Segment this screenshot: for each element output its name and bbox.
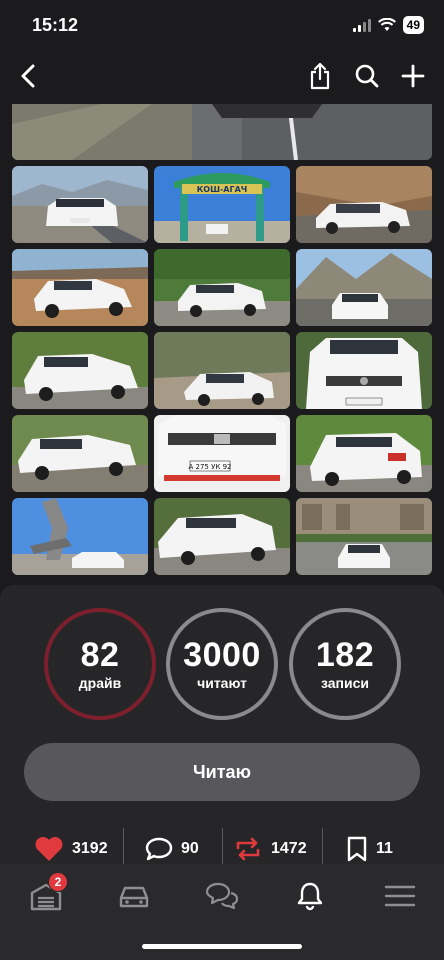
gallery-photo[interactable] — [296, 498, 432, 575]
status-time: 15:12 — [32, 15, 79, 35]
drive-stat[interactable]: 82 драйв — [44, 608, 156, 720]
gallery-photo[interactable] — [296, 166, 432, 243]
comments-count: 90 — [181, 840, 199, 857]
posts-count: 182 — [315, 636, 375, 674]
car-icon — [119, 886, 149, 908]
profile-stats-panel: 82 драйв 3000 читают 182 записи Читаю 31… — [0, 585, 444, 875]
battery-indicator: 49 — [402, 16, 424, 34]
divider — [222, 828, 223, 864]
divider — [123, 828, 124, 864]
gallery-photo[interactable] — [12, 249, 148, 326]
readers-label: читают — [197, 675, 247, 691]
cellular-signal-icon — [352, 18, 371, 32]
photo-gallery: КОШ-АГАЧ А 275 УК 92 — [0, 104, 444, 584]
like-button[interactable]: 3192 — [34, 836, 108, 862]
gallery-photo[interactable] — [296, 249, 432, 326]
chat-bubbles-icon — [205, 882, 239, 910]
plus-icon — [401, 64, 425, 88]
gallery-photo[interactable] — [154, 498, 290, 575]
divider — [322, 828, 323, 864]
back-button[interactable] — [10, 58, 46, 94]
share-icon — [310, 62, 330, 90]
reposts-count: 1472 — [271, 840, 307, 857]
search-icon — [355, 64, 379, 88]
notification-badge: 2 — [48, 872, 68, 892]
gallery-photo[interactable] — [12, 415, 148, 492]
status-icons: 49 — [352, 16, 424, 34]
drive-label: драйв — [78, 675, 122, 691]
posts-label: записи — [320, 675, 369, 691]
search-button[interactable] — [349, 58, 385, 94]
comments-button[interactable]: 90 — [145, 836, 199, 862]
gallery-photo[interactable] — [12, 498, 148, 575]
posts-stat[interactable]: 182 записи — [289, 608, 401, 720]
gallery-photo[interactable]: А 275 УК 92 — [154, 415, 290, 492]
actions-row: 3192 90 1472 11 — [0, 828, 444, 868]
gate-sign-text: КОШ-АГАЧ — [197, 185, 248, 194]
heart-icon — [35, 837, 63, 861]
gallery-photo[interactable] — [154, 249, 290, 326]
gallery-photo[interactable] — [12, 332, 148, 409]
gallery-photo[interactable] — [154, 332, 290, 409]
bell-icon — [297, 882, 323, 911]
bookmarks-count: 11 — [376, 840, 393, 857]
gallery-photo[interactable]: КОШ-АГАЧ — [154, 166, 290, 243]
gallery-photo[interactable] — [296, 415, 432, 492]
hamburger-menu-icon — [384, 885, 416, 907]
tab-menu[interactable] — [380, 878, 420, 914]
tab-notifications[interactable] — [290, 878, 330, 914]
bookmark-icon — [347, 836, 367, 862]
repost-button[interactable]: 1472 — [233, 836, 307, 862]
likes-count: 3192 — [72, 840, 108, 857]
gallery-photo[interactable] — [296, 332, 432, 409]
readers-count: 3000 — [183, 636, 261, 674]
add-button[interactable] — [395, 58, 431, 94]
tab-garage[interactable]: 2 — [26, 872, 68, 914]
following-button[interactable]: Читаю — [24, 743, 420, 801]
home-indicator — [142, 944, 302, 949]
gallery-photo[interactable] — [12, 166, 148, 243]
bookmark-button[interactable]: 11 — [346, 836, 393, 862]
drive-count: 82 — [80, 636, 120, 674]
share-button[interactable] — [302, 58, 338, 94]
comment-icon — [145, 837, 173, 861]
license-plate-text: А 275 УК 92 — [189, 463, 232, 471]
gallery-photo-top[interactable] — [12, 104, 432, 160]
status-bar: 15:12 49 — [0, 0, 444, 50]
chevron-left-icon — [21, 64, 35, 88]
repost-icon — [236, 837, 260, 861]
nav-bar — [0, 50, 444, 104]
readers-stat[interactable]: 3000 читают — [166, 608, 278, 720]
tab-cars[interactable] — [114, 878, 154, 914]
tab-messages[interactable] — [202, 878, 242, 914]
wifi-icon — [377, 18, 396, 31]
